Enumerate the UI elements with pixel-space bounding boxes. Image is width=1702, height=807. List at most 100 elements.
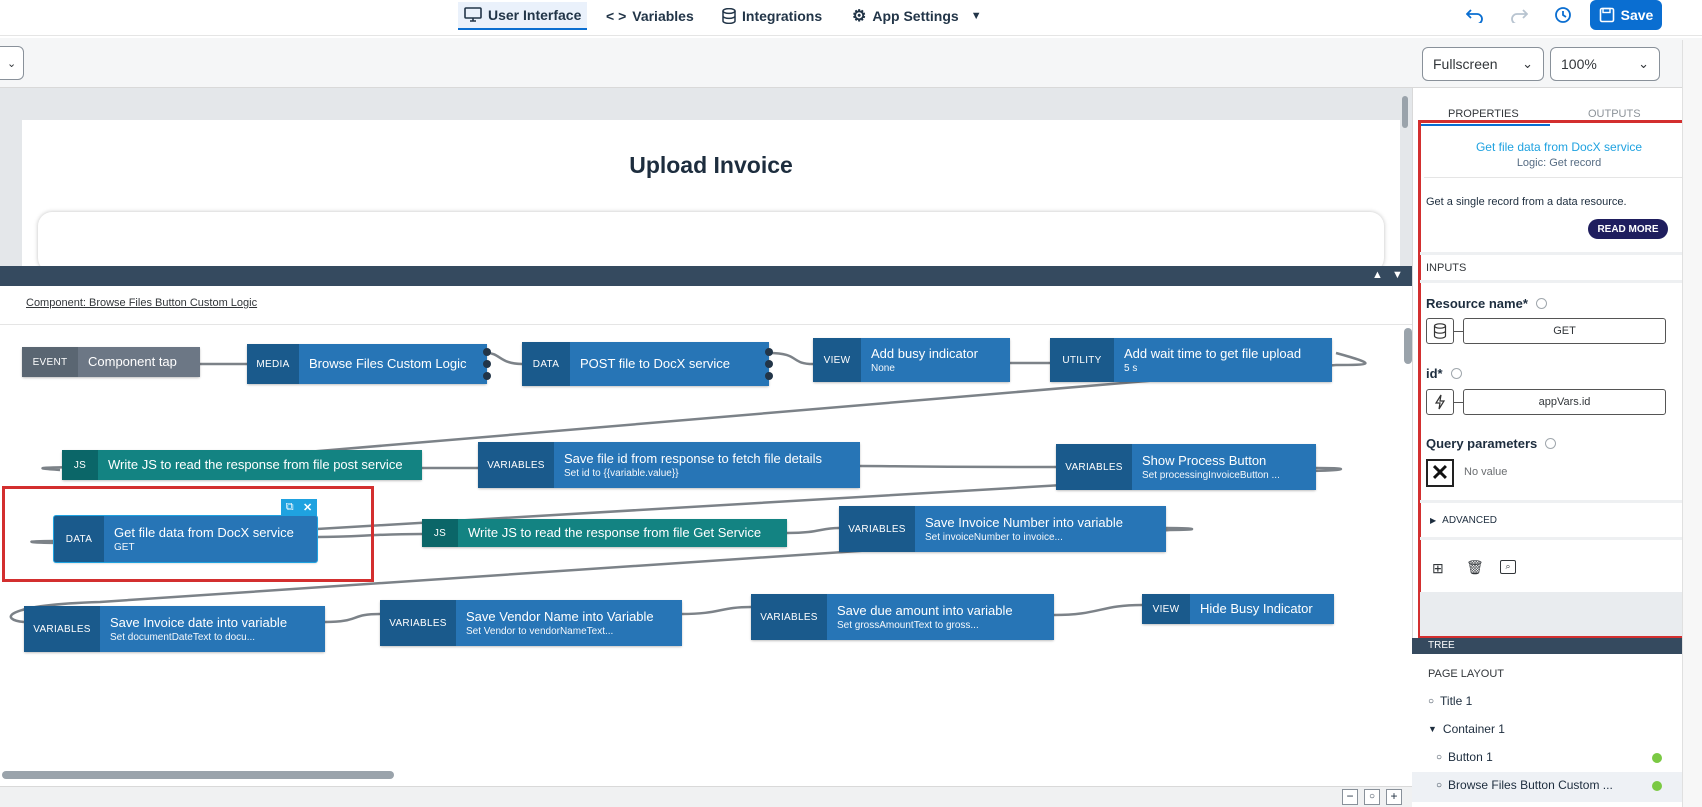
tree-item-button[interactable]: ○ Button 1 [1436,750,1493,764]
save-label: Save [1620,7,1654,23]
zoom-select[interactable]: 100% ⌄ [1550,47,1660,81]
tab-user-interface[interactable]: User Interface [458,2,588,30]
view-mode-select[interactable]: Fullscreen ⌄ [1422,47,1544,81]
tree-item-container[interactable]: ▼ Container 1 [1428,722,1505,736]
status-dot [1652,753,1662,763]
query-parameters-value: No value [1464,466,1508,478]
node-subtitle: Set id to {{variable.value}} [564,467,679,479]
tab-outputs-label[interactable]: OUTPUTS [1588,108,1641,120]
output-port[interactable] [765,360,773,368]
circle-bullet-icon: ○ [1428,695,1435,707]
node-title: Write JS to read the response from file … [108,457,403,472]
collapse-up-icon[interactable]: ▲ [1372,269,1383,281]
inspect-icon[interactable]: ⌕ [1500,560,1516,574]
logic-node-event[interactable]: EVENT Component tap [22,347,200,377]
output-port[interactable] [483,372,491,380]
logic-node-view[interactable]: VIEW Hide Busy Indicator [1142,594,1334,624]
logic-node-js[interactable]: JS Write JS to read the response from fi… [422,519,787,547]
panel-footer [1420,592,1696,636]
device-select[interactable]: ⌄ [0,46,24,80]
logic-node-variables[interactable]: VARIABLES Save Invoice date into variabl… [24,606,325,652]
node-tag: VARIABLES [839,506,915,552]
zoom-value: 100% [1561,56,1597,72]
tree-item-title[interactable]: ○ Title 1 [1428,694,1472,708]
divider [1420,280,1696,283]
resource-name-label: Resource name* [1426,296,1547,311]
container-card[interactable] [38,212,1384,272]
info-icon[interactable] [1535,298,1547,310]
read-more-button[interactable]: READ MORE [1588,219,1668,239]
selected-node-type: Logic: Get record [1516,157,1602,169]
zoom-reset-icon[interactable]: ○ [1364,789,1380,805]
tab-properties-label: PROPERTIES [1448,108,1519,120]
page-layout-label: PAGE LAYOUT [1428,668,1505,680]
circle-bullet-icon: ○ [1436,779,1443,791]
logic-node-variables[interactable]: VARIABLES Save Vendor Name into Variable… [380,600,682,646]
page-title[interactable]: Upload Invoice [22,152,1400,179]
logic-horizontal-scrollbar[interactable] [2,771,394,779]
logic-node-view[interactable]: VIEW Add busy indicator None [813,338,1010,382]
node-title: Save file id from response to fetch file… [564,450,822,466]
logic-node-variables[interactable]: VARIABLES Save file id from response to … [478,442,860,488]
zoom-out-icon[interactable]: − [1342,789,1358,805]
output-port[interactable] [483,360,491,368]
node-tag: VARIABLES [751,594,827,640]
node-tag: VARIABLES [380,600,456,646]
logic-node-data[interactable]: DATA POST file to DocX service [522,342,773,386]
zoom-in-icon[interactable]: + [1386,789,1402,805]
database-icon[interactable] [1426,318,1454,344]
add-icon[interactable]: ⊞ [1432,560,1444,577]
resource-name-field[interactable]: GET [1463,318,1666,344]
circle-bullet-icon: ○ [1436,751,1443,763]
node-tag: MEDIA [247,344,299,384]
node-title: Add busy indicator [871,345,978,361]
close-icon[interactable]: ✕ [303,501,312,514]
output-port[interactable] [483,348,491,356]
tree-item-browse-files-button[interactable]: ○ Browse Files Button Custom ... [1436,778,1613,792]
tab-variables[interactable]: < > Variables [600,2,700,30]
node-description: Get a single record from a data resource… [1426,196,1627,208]
logic-node-js[interactable]: JS Write JS to read the response from fi… [62,450,422,480]
collapse-down-icon[interactable]: ▼ [1392,269,1403,281]
logic-vertical-scrollbar[interactable] [1404,328,1412,364]
logic-node-variables[interactable]: VARIABLES Save due amount into variable … [751,594,1054,640]
logic-footer [0,786,1412,807]
history-icon[interactable] [1552,4,1574,26]
node-tag: EVENT [22,347,78,377]
no-value-x-icon[interactable]: ✕ [1426,459,1454,487]
info-icon[interactable] [1545,438,1557,450]
logic-component-title[interactable]: Component: Browse Files Button Custom Lo… [26,297,257,309]
trash-icon[interactable]: 🗑 [1466,559,1484,576]
logic-node-variables[interactable]: VARIABLES Save Invoice Number into varia… [839,506,1166,552]
duplicate-icon[interactable]: ⧉ [286,501,294,514]
page-preview: Upload Invoice [22,120,1400,272]
node-subtitle: Set processingInvoiceButton ... [1142,469,1280,481]
lightning-icon[interactable] [1426,389,1454,415]
output-port[interactable] [765,348,773,356]
divider [1420,252,1696,255]
tab-app-settings[interactable]: ⚙ App Settings ▼ [846,2,988,30]
node-title: Get file data from DocX service [114,524,294,540]
advanced-toggle[interactable]: ▶ ADVANCED [1430,515,1497,526]
logic-node-media[interactable]: MEDIA Browse Files Custom Logic [247,344,491,384]
id-field[interactable]: appVars.id [1463,389,1666,415]
connector-line [1454,331,1463,332]
redo-icon[interactable] [1508,4,1530,26]
undo-icon[interactable] [1464,4,1486,26]
info-icon[interactable] [1450,368,1462,380]
node-title: Save Invoice date into variable [110,614,288,630]
save-button[interactable]: Save [1590,0,1662,30]
caret-right-icon: ▶ [1430,516,1437,525]
chevron-down-icon: ⌄ [1522,56,1533,71]
tab-label: User Interface [488,7,582,23]
output-port[interactable] [765,372,773,380]
logic-node-data-selected[interactable]: DATA Get file data from DocX service GET… [53,499,318,563]
monitor-icon [464,7,482,22]
tab-integrations[interactable]: Integrations [716,2,828,30]
logic-node-variables[interactable]: VARIABLES Show Process Button Set proces… [1056,444,1316,490]
canvas-scrollbar[interactable] [1402,96,1408,128]
node-subtitle: 5 s [1124,362,1138,374]
caret-down-icon: ▼ [970,10,982,22]
inputs-section-label: INPUTS [1426,262,1467,274]
logic-node-utility[interactable]: UTILITY Add wait time to get file upload… [1050,338,1332,382]
